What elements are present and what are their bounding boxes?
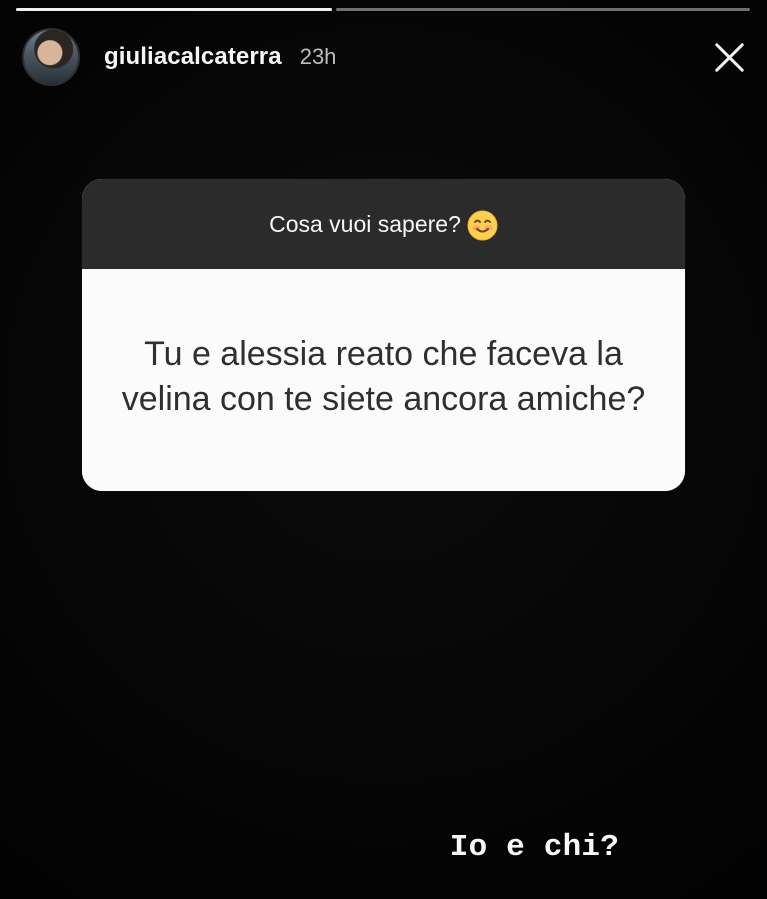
close-button[interactable] bbox=[709, 37, 749, 77]
username[interactable]: giuliacalcaterra bbox=[104, 43, 282, 71]
story-view: giuliacalcaterra 23h Cosa vuoi sapere? T… bbox=[0, 0, 767, 899]
smiling-face-emoji-icon bbox=[467, 210, 498, 241]
question-prompt: Cosa vuoi sapere? bbox=[269, 210, 461, 237]
question-text: Tu e alessia reato che faceva la velina … bbox=[121, 335, 646, 418]
post-time: 23h bbox=[299, 44, 337, 69]
question-sticker: Cosa vuoi sapere? Tu e alessia reato che… bbox=[82, 179, 685, 491]
progress-segment-completed bbox=[16, 8, 332, 11]
progress-segment-remaining bbox=[335, 8, 750, 11]
question-sticker-header: Cosa vuoi sapere? bbox=[82, 179, 685, 269]
question-sticker-body: Tu e alessia reato che faceva la velina … bbox=[82, 269, 685, 491]
story-header: giuliacalcaterra 23h bbox=[22, 26, 749, 88]
story-progress-bar bbox=[16, 8, 750, 12]
profile-avatar[interactable] bbox=[22, 28, 80, 86]
reply-text: Io e chi? bbox=[449, 830, 619, 865]
